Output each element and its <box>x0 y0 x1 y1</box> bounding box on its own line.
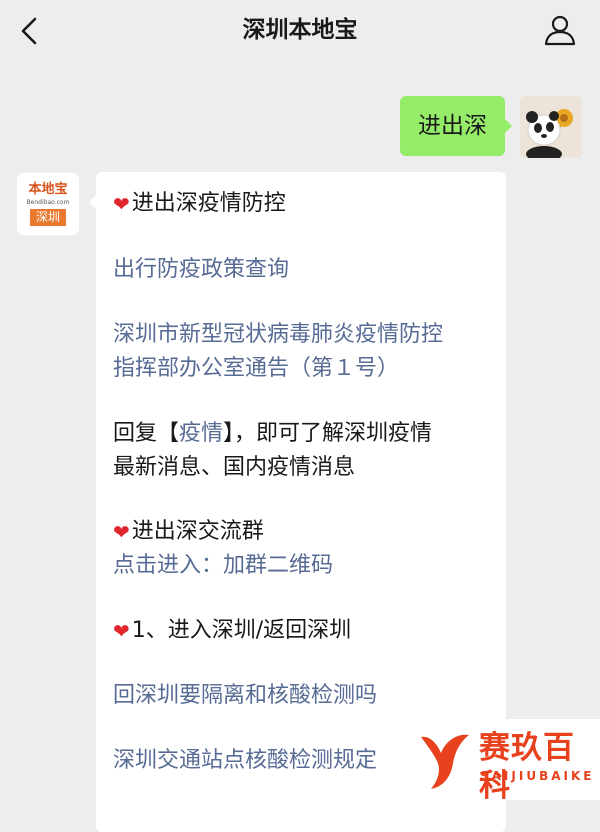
bot-logo-domain: Bendibao.com <box>26 199 70 206</box>
notice-link-line2[interactable]: 指挥部办公室通告（第１号） <box>113 352 399 386</box>
section-title-enter-text: 1、进入深圳/返回深圳 <box>131 618 352 643</box>
fish-tail-logo-icon <box>421 734 469 789</box>
panda-avatar-icon <box>520 96 582 158</box>
page-title: 深圳本地宝 <box>242 17 358 43</box>
station-test-link[interactable]: 深圳交通站点核酸检测规定 <box>113 744 377 778</box>
watermark: 赛玖百科 SAIJIUBAIKE <box>413 719 600 804</box>
quarantine-link[interactable]: 回深圳要隔离和核酸检测吗 <box>113 679 377 713</box>
join-group-qr-link[interactable]: 加群二维码 <box>223 553 333 578</box>
person-icon[interactable] <box>542 12 578 48</box>
watermark-pinyin: SAIJIUBAIKE <box>480 769 595 783</box>
join-group-prefix: 点击进入： <box>113 553 224 578</box>
nav-bar: 深圳本地宝 <box>0 0 600 62</box>
outgoing-message[interactable]: 进出深 <box>400 96 512 156</box>
reply-hint-suffix: 】，即可了解深圳疫情 <box>223 421 433 446</box>
section-title-group-text: 进出深交流群 <box>131 519 264 544</box>
section-title-group: ❤进出深交流群 <box>113 515 264 549</box>
bot-avatar[interactable]: 本地宝 Bendibao.com 深圳 <box>17 173 79 235</box>
avatar[interactable] <box>520 96 582 158</box>
notice-link-line1[interactable]: 深圳市新型冠状病毒肺炎疫情防控 <box>113 318 443 352</box>
reply-hint-line2: 最新消息、国内疫情消息 <box>113 455 356 480</box>
policy-query-link[interactable]: 出行防疫政策查询 <box>113 253 289 287</box>
heart-icon: ❤ <box>113 520 130 544</box>
bot-logo-text: 本地宝 <box>28 182 68 197</box>
reply-hint: 回复【疫情】，即可了解深圳疫情 <box>113 417 432 451</box>
bot-logo-city: 深圳 <box>30 209 66 226</box>
watermark-name: 赛玖百科 <box>479 730 575 804</box>
reply-keyword-link[interactable]: 疫情 <box>179 421 223 446</box>
heart-icon: ❤ <box>113 619 130 643</box>
reply-hint-prefix: 回复【 <box>113 421 180 446</box>
section-title-epidemic-text: 进出深疫情防控 <box>131 191 286 216</box>
join-group-link[interactable]: 点击进入：加群二维码 <box>113 549 333 583</box>
section-title-epidemic: ❤进出深疫情防控 <box>113 187 286 221</box>
section-title-enter: ❤1、进入深圳/返回深圳 <box>113 614 351 648</box>
heart-icon: ❤ <box>113 192 130 216</box>
